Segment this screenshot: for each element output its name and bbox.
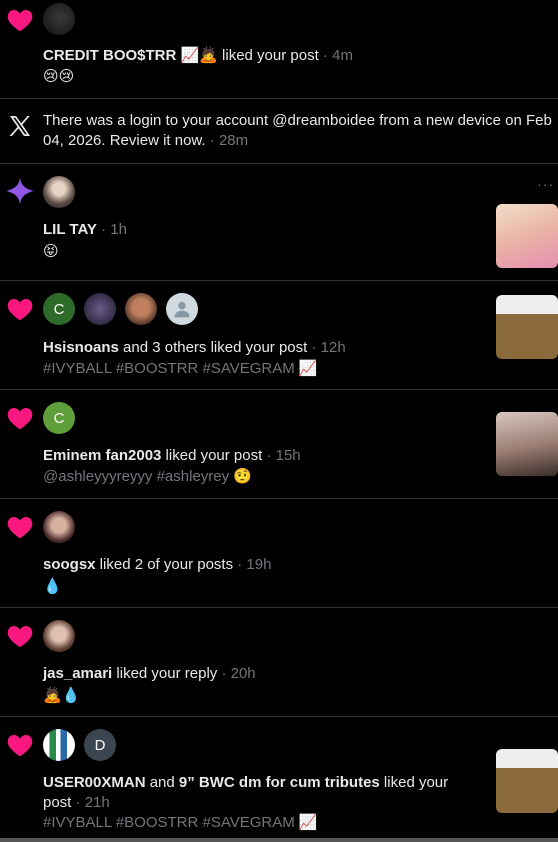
- notification-text: soogsx liked 2 of your posts · 19h: [43, 555, 548, 575]
- notification-item[interactable]: CREDIT BOO$TRR 📈🙇 liked your post · 4m 😢…: [0, 0, 558, 99]
- notification-item[interactable]: jas_amari liked your reply · 20h 🙇💧: [0, 608, 558, 717]
- notification-item[interactable]: ··· LIL TAY · 1h 😝: [0, 164, 558, 281]
- action-text: liked your post: [161, 447, 263, 464]
- security-text: There was a login to your account @dream…: [43, 111, 558, 151]
- notification-text: CREDIT BOO$TRR 📈🙇 liked your post · 4m: [43, 45, 548, 66]
- notification-text: jas_amari liked your reply · 20h: [43, 664, 548, 684]
- login-alert-text[interactable]: There was a login to your account @dream…: [43, 112, 552, 149]
- post-thumbnail[interactable]: [496, 749, 558, 813]
- avatar[interactable]: [43, 620, 75, 652]
- notification-text: LIL TAY · 1h: [43, 220, 548, 240]
- notification-item[interactable]: soogsx liked 2 of your posts · 19h 💧: [0, 499, 558, 608]
- avatar[interactable]: [43, 729, 75, 761]
- post-content: #IVYBALL #BOOSTRR #SAVEGRAM 📈: [43, 360, 318, 377]
- avatar[interactable]: C: [43, 402, 75, 434]
- avatar[interactable]: [43, 511, 75, 543]
- heart-icon: [6, 295, 34, 323]
- user-emoji: 📈🙇: [180, 46, 218, 64]
- avatar[interactable]: C: [43, 293, 75, 325]
- timestamp: · 28m: [205, 132, 249, 149]
- heart-icon: [6, 513, 34, 541]
- timestamp: · 1h: [96, 221, 127, 238]
- action-text: liked your post: [217, 47, 319, 64]
- avatar[interactable]: [43, 176, 75, 208]
- timestamp: · 20h: [217, 665, 256, 682]
- notification-text: Hsisnoans and 3 others liked your post ·…: [43, 338, 548, 358]
- notifications-feed: CREDIT BOO$TRR 📈🙇 liked your post · 4m 😢…: [0, 0, 558, 839]
- post-content: @ashleyyyreyyy #ashleyrey 🤨: [43, 468, 252, 485]
- post-content: 💧: [43, 577, 62, 595]
- notification-item[interactable]: D USER00XMAN and 9” BWC dm for cum tribu…: [0, 717, 558, 839]
- timestamp: · 4m: [318, 47, 353, 64]
- action-text: liked your reply: [112, 665, 218, 682]
- timestamp: · 21h: [71, 794, 110, 811]
- avatar[interactable]: [43, 3, 75, 35]
- heart-icon: [6, 6, 34, 34]
- avatar[interactable]: [84, 293, 116, 325]
- action-text: liked 2 of your posts: [95, 556, 234, 573]
- user-name[interactable]: CREDIT BOO$TRR: [43, 47, 176, 64]
- default-avatar-icon[interactable]: [166, 293, 198, 325]
- user-name[interactable]: Hsisnoans: [43, 339, 119, 356]
- post-content: #IVYBALL #BOOSTRR #SAVEGRAM 📈: [43, 814, 318, 831]
- notification-item[interactable]: C Hsisnoans and 3 others liked your post…: [0, 281, 558, 390]
- heart-icon: [6, 622, 34, 650]
- heart-icon: [6, 404, 34, 432]
- post-content: 😝: [43, 242, 59, 260]
- user-name[interactable]: USER00XMAN: [43, 774, 146, 791]
- notification-item[interactable]: There was a login to your account @dream…: [0, 99, 558, 164]
- horizontal-scrollbar[interactable]: [0, 838, 558, 842]
- x-logo-icon: [9, 116, 30, 136]
- notification-text: Eminem fan2003 liked your post · 15h: [43, 446, 548, 466]
- action-text: and: [145, 774, 179, 791]
- user-name[interactable]: Eminem fan2003: [43, 447, 161, 464]
- notification-item[interactable]: C Eminem fan2003 liked your post · 15h @…: [0, 390, 558, 499]
- timestamp: · 19h: [233, 556, 272, 573]
- user-name[interactable]: LIL TAY: [43, 221, 97, 238]
- action-text: and 3 others liked your post: [118, 339, 308, 356]
- post-content: 😢😢: [43, 67, 75, 85]
- user-name[interactable]: jas_amari: [43, 665, 112, 682]
- avatar[interactable]: [125, 293, 157, 325]
- timestamp: · 12h: [307, 339, 346, 356]
- heart-icon: [6, 731, 34, 759]
- more-options-icon[interactable]: ···: [537, 176, 554, 192]
- post-content: 🙇💧: [43, 686, 81, 704]
- avatar[interactable]: D: [84, 729, 116, 761]
- user-name[interactable]: soogsx: [43, 556, 96, 573]
- timestamp: · 15h: [262, 447, 301, 464]
- sparkle-icon: [6, 177, 34, 205]
- user-name[interactable]: 9” BWC dm for cum tributes: [179, 774, 380, 791]
- notification-text: USER00XMAN and 9” BWC dm for cum tribute…: [43, 773, 466, 813]
